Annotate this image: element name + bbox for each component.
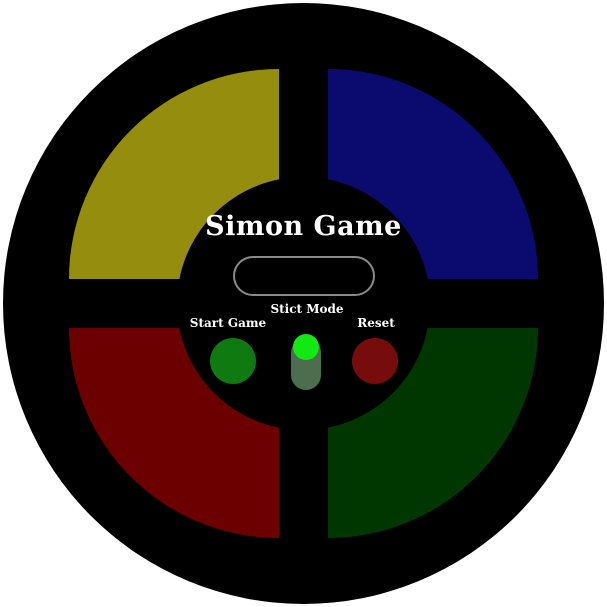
start-game-label: Start Game xyxy=(189,316,267,330)
reset-label: Reset xyxy=(357,316,395,330)
game-board: Simon Game Start Game Stict Mode Reset xyxy=(3,3,604,604)
control-panel: Simon Game Start Game Stict Mode Reset xyxy=(177,177,430,430)
start-game-button[interactable] xyxy=(210,338,256,384)
simon-game-stage: Simon Game Start Game Stict Mode Reset xyxy=(0,0,607,607)
strict-mode-toggle-knob[interactable] xyxy=(293,334,319,360)
strict-mode-label: Stict Mode xyxy=(270,302,344,316)
count-display xyxy=(233,256,375,296)
reset-button[interactable] xyxy=(352,338,398,384)
game-title: Simon Game xyxy=(205,211,402,242)
